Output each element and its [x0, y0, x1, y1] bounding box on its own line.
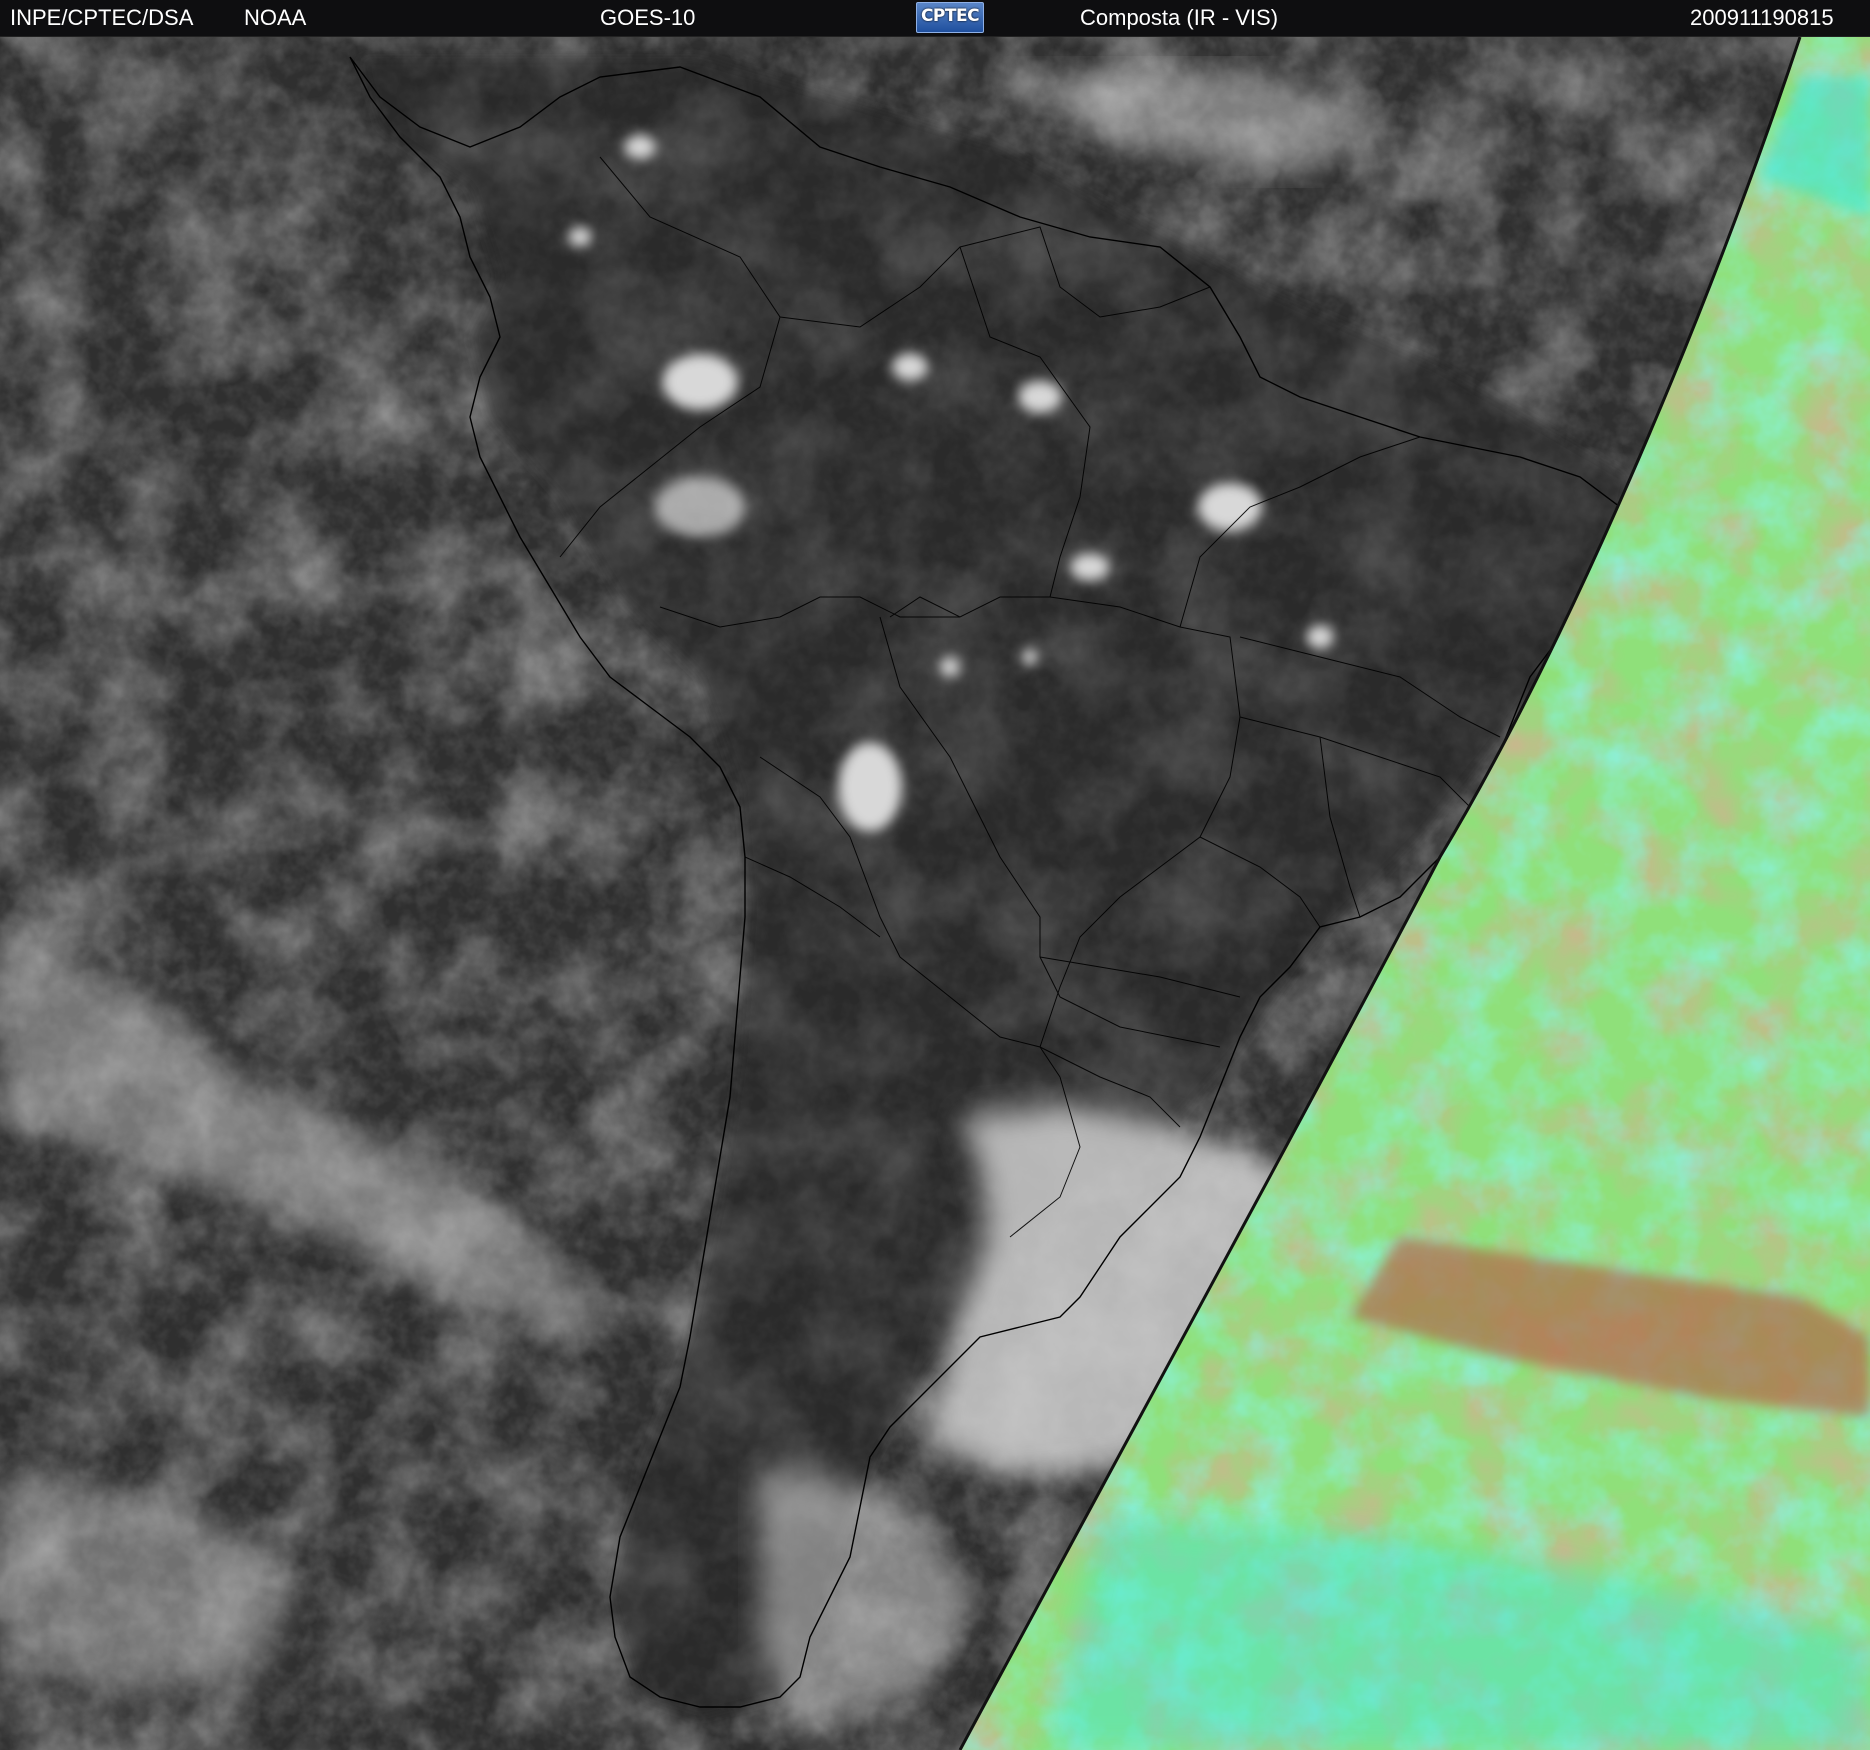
product-label: Composta (IR - VIS)	[1080, 5, 1279, 30]
institution-label: INPE/CPTEC/DSA	[10, 5, 194, 30]
satellite-label: GOES-10	[600, 5, 696, 30]
header-bar: INPE/CPTEC/DSA NOAA GOES-10 CPTEC Compos…	[0, 0, 1870, 37]
timestamp-label: 200911190815	[1690, 5, 1834, 30]
satellite-image	[0, 37, 1870, 1750]
cptec-logo: CPTEC	[916, 2, 984, 33]
agency-label: NOAA	[244, 5, 307, 30]
cptec-logo-text: CPTEC	[920, 6, 980, 26]
